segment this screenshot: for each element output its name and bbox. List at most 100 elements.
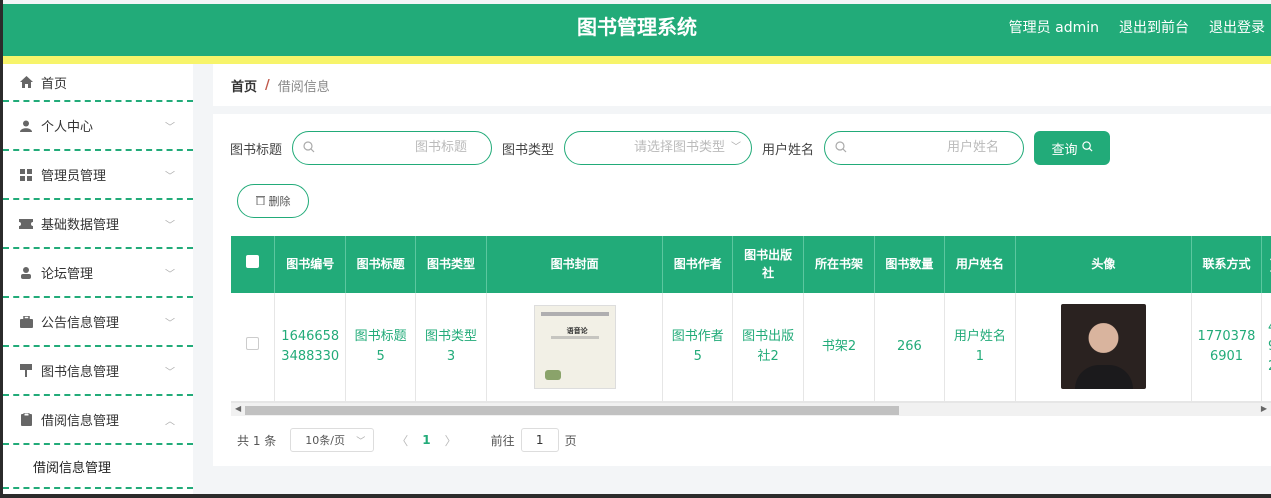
cell-cover: 语音论 <box>486 293 664 402</box>
select-all-checkbox[interactable] <box>231 236 276 293</box>
col-header[interactable]: 联系方式 <box>1191 236 1262 293</box>
ticket-icon <box>19 217 33 231</box>
avatar[interactable] <box>1060 304 1146 390</box>
row-checkbox[interactable] <box>231 293 276 402</box>
col-header[interactable]: 图书类型 <box>415 236 488 293</box>
sidebar-item-label: 论坛管理 <box>41 267 94 282</box>
cell-line: 图书类型 <box>425 329 478 345</box>
cell-avatar <box>1015 293 1193 402</box>
admin-label[interactable]: 管理员 admin <box>1009 17 1099 37</box>
col-header[interactable]: 图书标题 <box>345 236 417 293</box>
borrow-table: 图书编号 图书标题 图书类型 图书封面 图书作者 图书出版 社 所在书架 图书数… <box>231 236 1271 418</box>
briefcase-icon <box>19 315 33 329</box>
scroll-right-icon[interactable]: ▶ <box>1261 404 1267 413</box>
scroll-left-icon[interactable]: ◀ <box>235 404 241 413</box>
col-header[interactable]: 图书数量 <box>874 236 945 293</box>
table-header-row: 图书编号 图书标题 图书类型 图书封面 图书作者 图书出版 社 所在书架 图书数… <box>231 236 1271 293</box>
cell-line: 3 <box>446 348 456 364</box>
logout-link[interactable]: 退出登录 <box>1209 17 1265 37</box>
sidebar-item-home[interactable]: 首页 <box>3 64 193 102</box>
cell-line: 1646658 <box>281 329 340 345</box>
cell-line: 社2 <box>757 348 779 364</box>
col-header[interactable]: 头像 <box>1015 236 1193 293</box>
exit-to-front-link[interactable]: 退出到前台 <box>1119 17 1189 37</box>
col-header[interactable]: 用户身 证号 <box>1261 236 1271 293</box>
cell-book-no: 1646658 3488330 <box>274 293 347 402</box>
cell-line: 1 <box>975 348 984 364</box>
breadcrumb-current: 借阅信息 <box>277 79 330 95</box>
current-page[interactable]: 1 <box>422 433 430 447</box>
cell-line: 图书标题 <box>354 329 407 345</box>
title-filter-label: 图书标题 <box>230 142 283 158</box>
query-button[interactable]: 查询 <box>1034 131 1111 165</box>
sidebar-item-label: 管理员管理 <box>41 169 107 184</box>
chevron-down-icon: ﹀ <box>165 122 175 133</box>
cell-line: 图书出版 <box>742 329 795 345</box>
goto-page-input[interactable]: 1 <box>520 428 559 452</box>
cell-line: 图书作者 <box>671 329 724 345</box>
chevron-down-icon: ﹀ <box>165 318 175 329</box>
prev-page-icon[interactable]: 〈 <box>396 432 408 449</box>
scrollbar-thumb[interactable] <box>245 406 899 415</box>
sidebar-item-personal-center[interactable]: 个人中心 ﹀ <box>3 102 193 151</box>
type-select-placeholder: 请选择图书类型 <box>634 140 726 155</box>
user-search-input[interactable]: 用户姓名 <box>824 131 1025 165</box>
sidebar-item-admin-management[interactable]: 管理员管理 ﹀ <box>3 151 193 200</box>
book-cover-image[interactable]: 语音论 <box>533 304 616 389</box>
page-size-value: 10条/页 <box>305 434 345 447</box>
goto-label: 前往 <box>490 433 515 448</box>
sidebar-item-forum[interactable]: 论坛管理 ﹀ <box>3 249 193 298</box>
sidebar-item-borrow-info[interactable]: 借阅信息管理 ︿ <box>3 396 193 445</box>
sidebar-item-announcement[interactable]: 公告信息管理 ﹀ <box>3 298 193 347</box>
search-icon <box>1081 140 1093 156</box>
sidebar-item-label: 个人中心 <box>41 120 94 135</box>
type-select[interactable]: 请选择图书类型 ﹀ <box>564 131 753 165</box>
breadcrumb-home[interactable]: 首页 <box>231 76 257 95</box>
chevron-up-icon: ︿ <box>165 416 175 427</box>
person-icon <box>19 266 33 280</box>
sidebar-item-label: 首页 <box>41 76 68 92</box>
chevron-down-icon: ﹀ <box>165 269 175 280</box>
col-header[interactable]: 图书出版 社 <box>732 236 805 293</box>
header-links: 管理员 admin 退出到前台 退出登录 <box>1009 4 1265 50</box>
col-header-line: 社 <box>762 265 775 280</box>
cell-line: 6901 <box>1209 348 1244 364</box>
cell-phone: 1770378 6901 <box>1191 293 1262 402</box>
page-size-select[interactable]: 10条/页 ﹀ <box>290 428 375 452</box>
title-search-placeholder: 图书标题 <box>415 140 468 155</box>
horizontal-scrollbar[interactable]: ◀ ▶ <box>231 402 1271 416</box>
col-header[interactable]: 图书作者 <box>662 236 734 293</box>
chevron-down-icon: ﹀ <box>165 171 175 182</box>
delete-button[interactable]: 删除 <box>237 184 309 218</box>
page-suffix: 页 <box>564 433 577 448</box>
breadcrumb: 首页 / 借阅信息 <box>213 64 1271 106</box>
sidebar: 首页 个人中心 ﹀ 管理员管理 ﹀ 基础数据管理 ﹀ 论坛管理 ﹀ 公告信息管理… <box>3 64 193 494</box>
sidebar-item-book-info[interactable]: 图书信息管理 ﹀ <box>3 347 193 396</box>
clipboard-icon <box>19 413 33 427</box>
cell-shelf: 书架2 <box>803 293 875 402</box>
sidebar-subitem-borrow-management[interactable]: 借阅信息管理 <box>3 445 193 489</box>
query-button-label: 查询 <box>1051 142 1078 158</box>
cell-line: 5 <box>693 348 702 364</box>
cell-publisher: 图书出版 社2 <box>732 293 805 402</box>
grid-icon <box>19 168 33 182</box>
sidebar-item-label: 图书信息管理 <box>41 365 120 380</box>
cell-line: 5 <box>376 348 385 364</box>
chevron-down-icon: ﹀ <box>165 220 175 231</box>
cell-title: 图书标题 5 <box>345 293 417 402</box>
breadcrumb-separator: / <box>265 77 270 93</box>
col-header[interactable]: 图书编号 <box>274 236 347 293</box>
sidebar-item-label: 基础数据管理 <box>41 218 120 233</box>
app-frame: 图书管理系统 管理员 admin 退出到前台 退出登录 首页 个人中心 ﹀ 管理… <box>3 0 1271 494</box>
chevron-down-icon: ﹀ <box>165 367 175 378</box>
col-header[interactable]: 图书封面 <box>486 236 664 293</box>
next-page-icon[interactable]: 〉 <box>445 432 457 449</box>
col-header[interactable]: 所在书架 <box>803 236 875 293</box>
col-header-line: 图书出版 <box>744 248 793 263</box>
pagination: 共 1 条 10条/页 ﹀ 〈 1 〉 前往 1 页 <box>237 428 577 452</box>
title-search-input[interactable]: 图书标题 <box>292 131 493 165</box>
col-header[interactable]: 用户姓名 <box>944 236 1016 293</box>
table-row[interactable]: 1646658 3488330 图书标题 5 图书类型 3 语音论 图书作者 5… <box>231 293 1271 402</box>
cell-quantity: 266 <box>874 293 945 402</box>
sidebar-item-basic-data[interactable]: 基础数据管理 ﹀ <box>3 200 193 249</box>
